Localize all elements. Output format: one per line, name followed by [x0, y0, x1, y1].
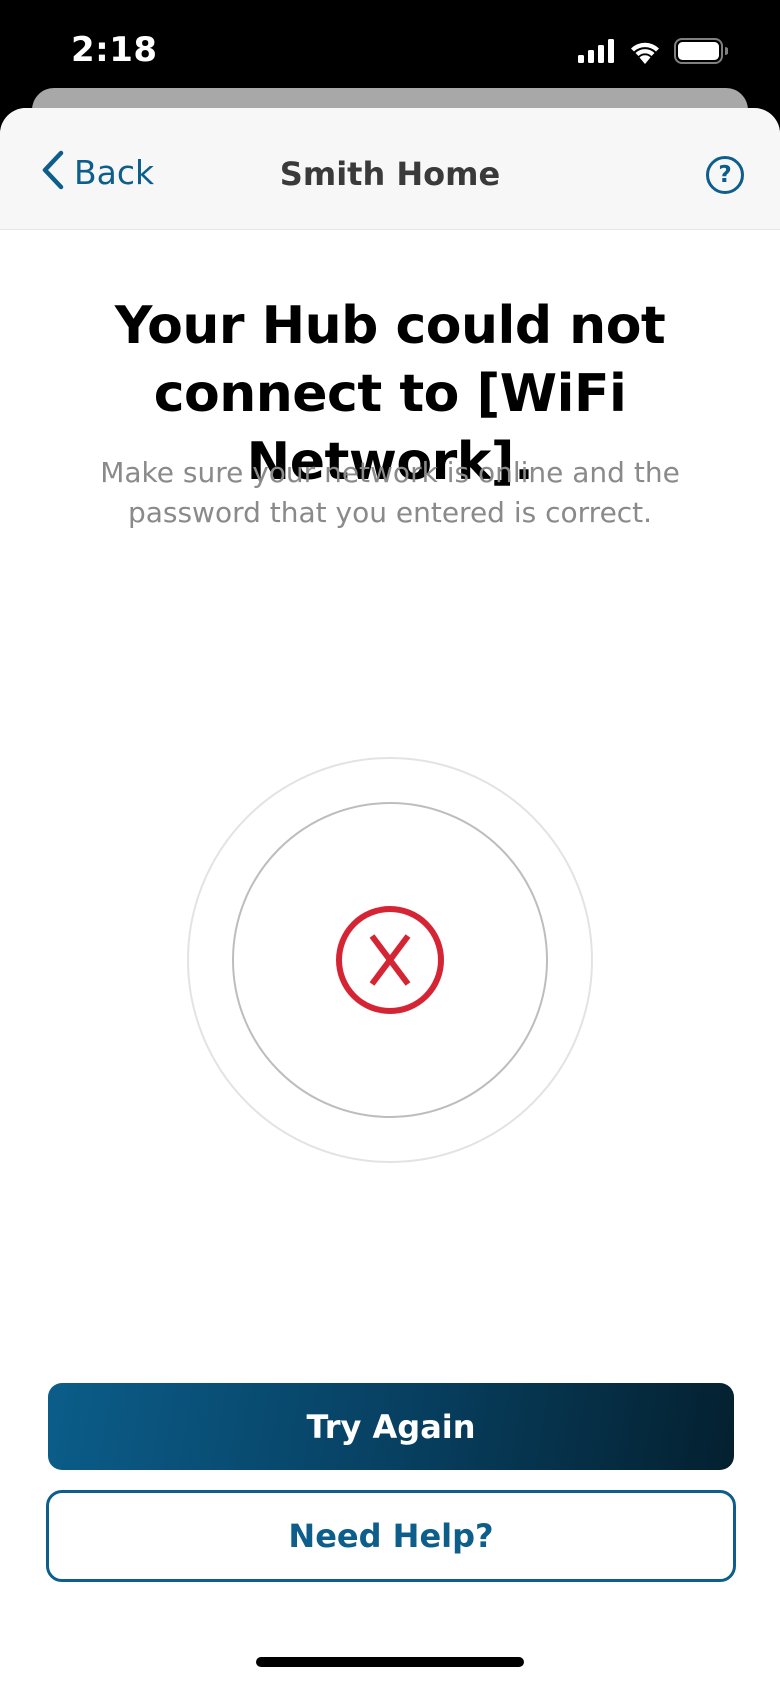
battery-icon [674, 38, 729, 69]
page-title: Smith Home [279, 155, 501, 193]
try-again-button[interactable]: Try Again [48, 1383, 734, 1470]
home-indicator [256, 1657, 524, 1667]
nav-bar: Back Smith Home ? [0, 108, 780, 230]
status-time: 2:18 [71, 30, 158, 70]
status-icons [578, 38, 729, 69]
cellular-signal-icon [578, 39, 616, 68]
wifi-icon [628, 38, 662, 69]
question-circle-icon[interactable]: ? [706, 156, 744, 194]
modal-sheet: Back Smith Home ? Your Hub could not con… [0, 108, 780, 1688]
error-x-icon [336, 906, 444, 1014]
error-description: Make sure your network is online and the… [100, 456, 680, 529]
status-bar: 2:18 [0, 0, 780, 100]
need-help-button[interactable]: Need Help? [46, 1490, 736, 1582]
connection-status-graphic [186, 756, 594, 1164]
